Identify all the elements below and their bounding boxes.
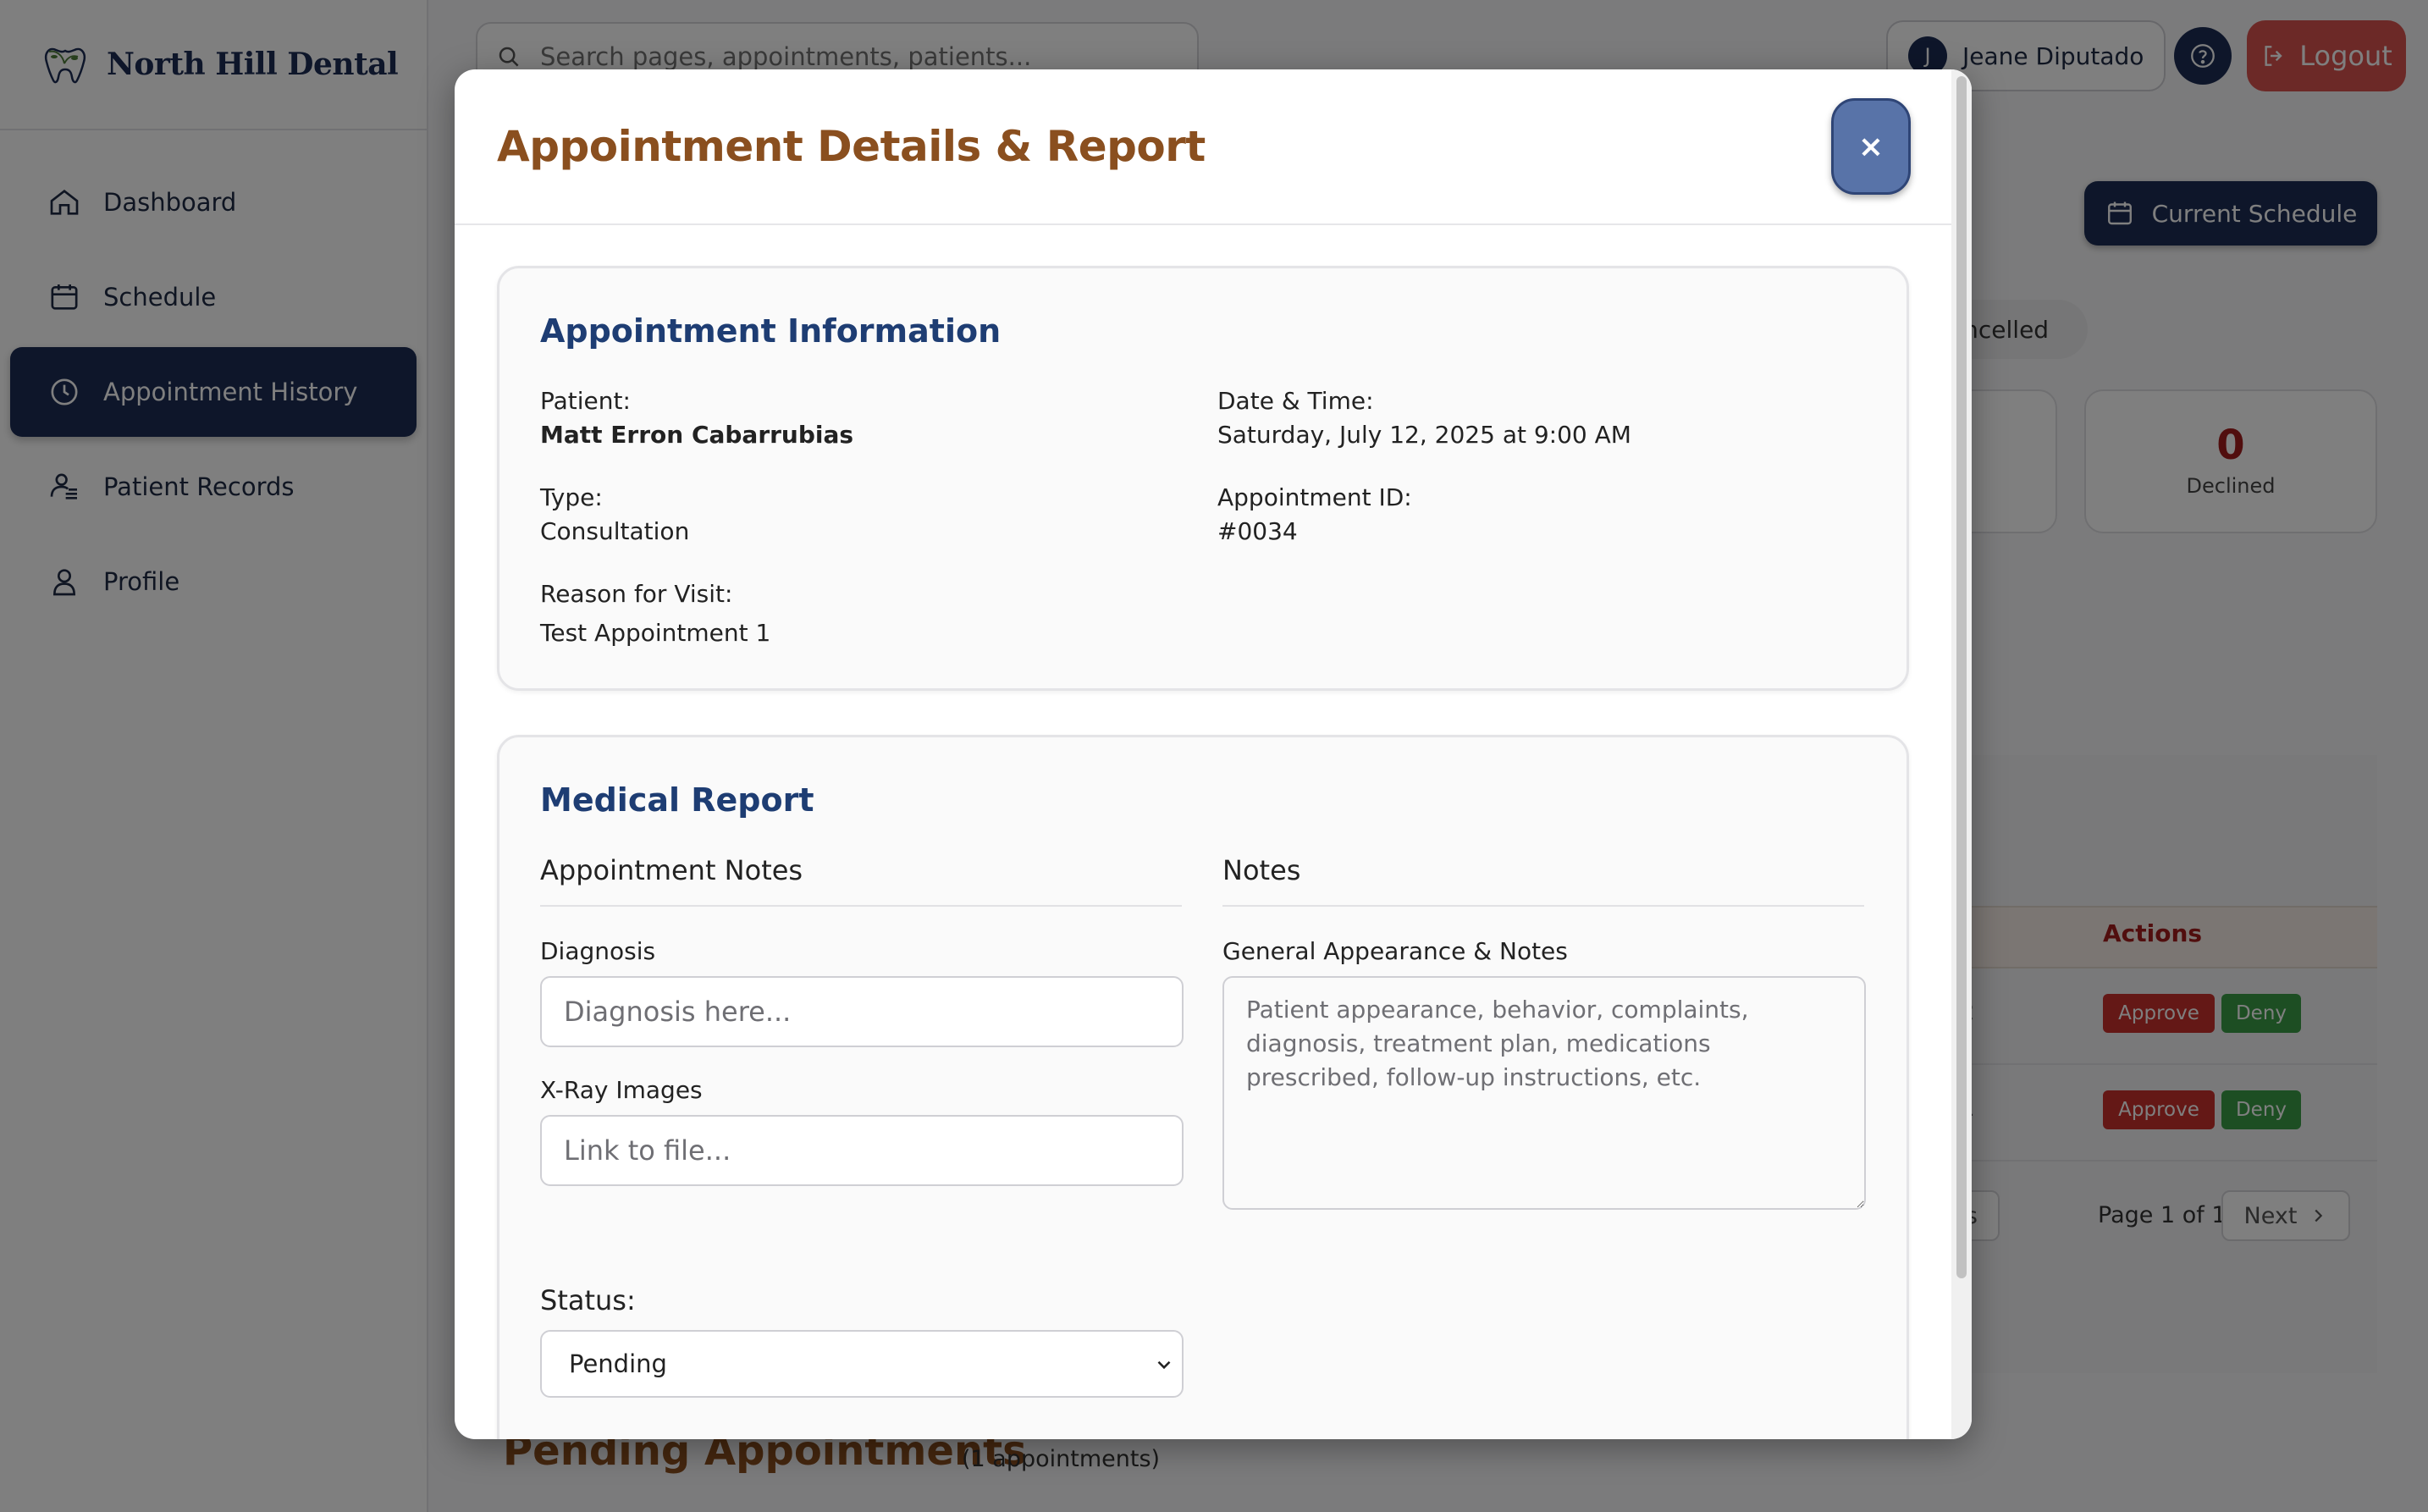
modal-scrollbar-thumb[interactable] <box>1956 76 1967 1278</box>
datetime-label: Date & Time: <box>1217 387 1374 415</box>
status-label: Status: <box>540 1284 636 1316</box>
appointment-information-card: Appointment Information Patient: Matt Er… <box>497 266 1909 691</box>
reason-value: Test Appointment 1 <box>540 619 771 647</box>
type-value: Consultation <box>540 517 690 545</box>
reason-label: Reason for Visit: <box>540 580 733 608</box>
patient-label: Patient: <box>540 387 631 415</box>
datetime-value: Saturday, July 12, 2025 at 9:00 AM <box>1217 421 1631 449</box>
general-notes-textarea[interactable] <box>1222 976 1866 1210</box>
section-title: Appointment Information <box>540 312 1002 350</box>
modal-header: Appointment Details & Report × <box>455 69 1951 225</box>
type-label: Type: <box>540 483 603 511</box>
status-value: Pending <box>569 1349 667 1378</box>
appointment-id-label: Appointment ID: <box>1217 483 1412 511</box>
appointment-id-value: #0034 <box>1217 517 1298 545</box>
medical-report-card: Medical Report Appointment Notes Notes D… <box>497 735 1909 1439</box>
general-notes-label: General Appearance & Notes <box>1222 937 1568 965</box>
xray-link-input[interactable] <box>540 1115 1184 1186</box>
diagnosis-input[interactable] <box>540 976 1184 1047</box>
section-title: Medical Report <box>540 781 814 819</box>
chevron-down-icon <box>1157 1360 1171 1370</box>
modal-title: Appointment Details & Report <box>497 122 1206 171</box>
xray-label: X-Ray Images <box>540 1076 703 1104</box>
patient-value: Matt Erron Cabarrubias <box>540 421 854 449</box>
close-button[interactable]: × <box>1831 98 1911 195</box>
status-select[interactable]: Pending <box>540 1330 1184 1398</box>
notes-heading: Notes <box>1222 854 1864 907</box>
appointment-details-modal: Appointment Details & Report × Appointme… <box>455 69 1972 1439</box>
appointment-notes-heading: Appointment Notes <box>540 854 1182 907</box>
diagnosis-label: Diagnosis <box>540 937 656 965</box>
